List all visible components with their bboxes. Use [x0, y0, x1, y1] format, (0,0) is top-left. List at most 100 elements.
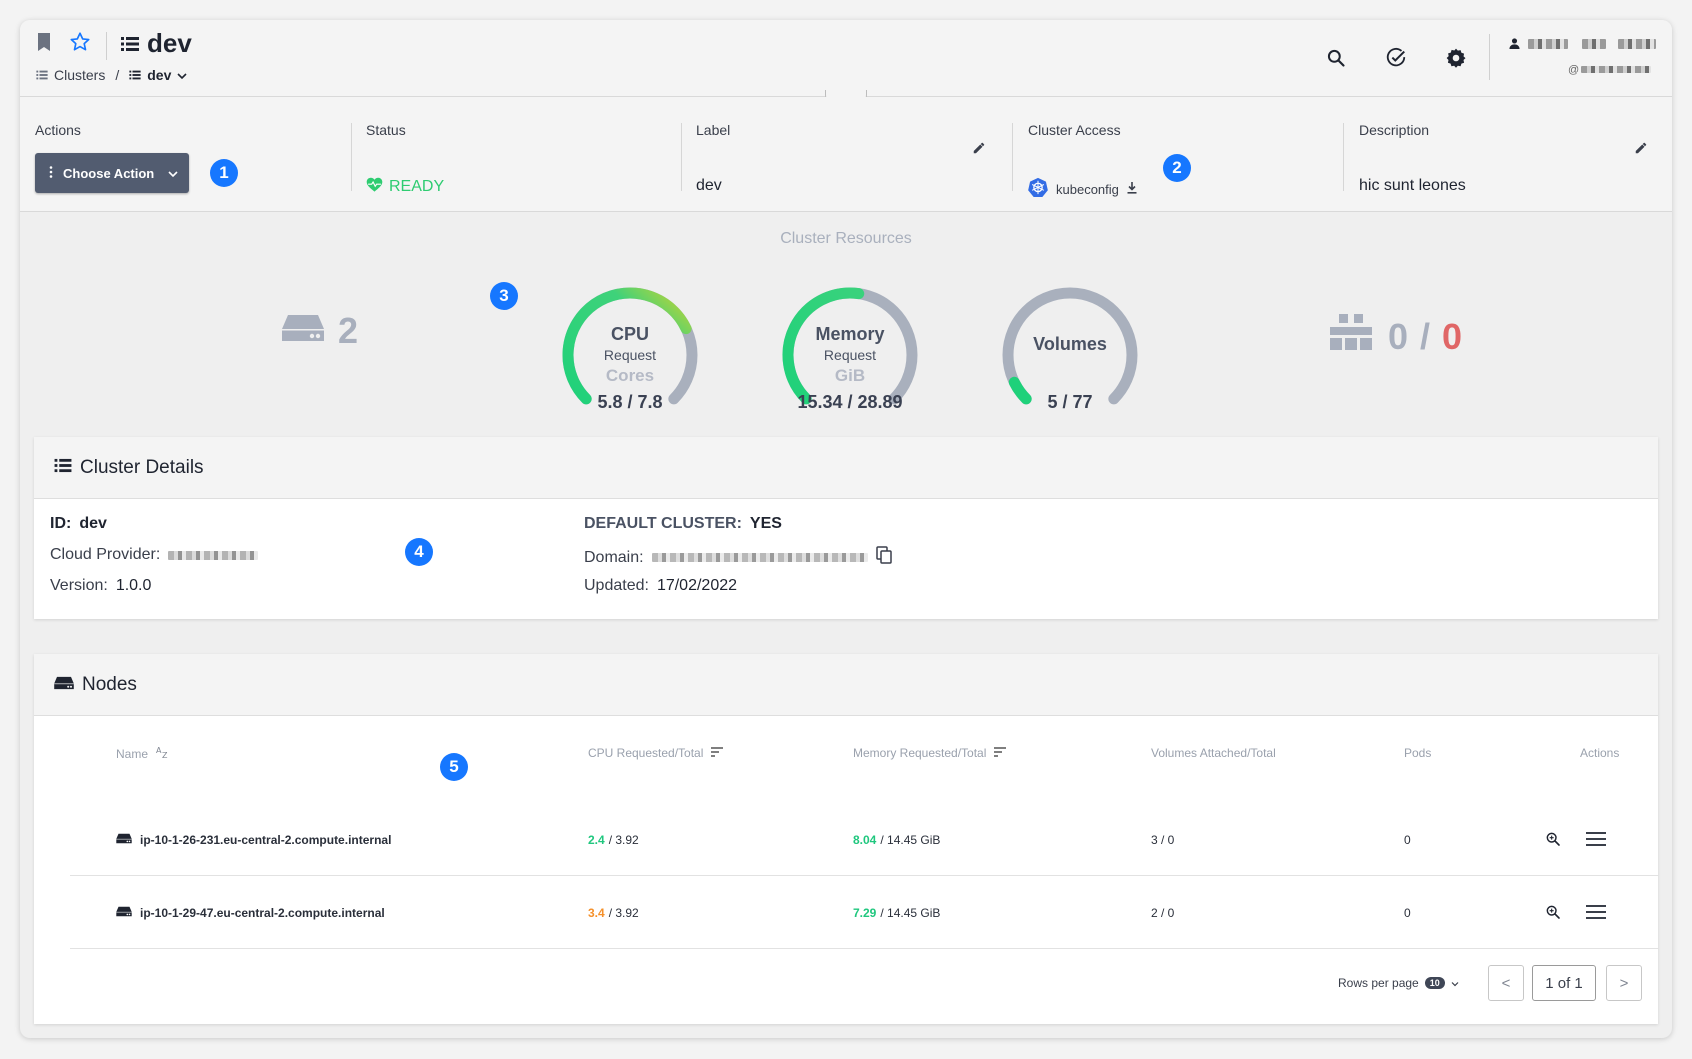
version-row: Version: 1.0.0 — [50, 577, 151, 595]
copy-icon[interactable] — [875, 546, 892, 569]
volumes-gauge-value: 5 / 77 — [1047, 392, 1093, 412]
cpu-cell: 2.4 / 3.92 — [588, 805, 639, 875]
column-header-cpu[interactable]: CPU Requested/Total — [588, 746, 724, 760]
marker-badge-2: 2 — [1163, 154, 1191, 182]
nodes-count: 2 — [282, 310, 358, 352]
download-icon[interactable] — [1127, 181, 1137, 199]
marker-badge-1: 1 — [210, 159, 238, 187]
user-name-redacted[interactable] — [1582, 39, 1606, 49]
memory-gauge-subtitle: Request — [823, 347, 877, 363]
menu-icon[interactable] — [1586, 904, 1606, 922]
cluster-icon — [54, 457, 72, 479]
node-name-cell[interactable]: ip-10-1-29-47.eu-central-2.compute.inter… — [116, 878, 385, 948]
user-icon[interactable] — [1507, 36, 1521, 50]
rows-per-page[interactable]: Rows per page 10 — [1338, 976, 1459, 990]
breadcrumb-clusters-link[interactable]: Clusters — [54, 67, 105, 83]
memory-requested: 8.04 — [853, 833, 877, 847]
nodes-title: Nodes — [82, 673, 137, 695]
column-header-pods: Pods — [1404, 746, 1432, 760]
cloud-provider-label: Cloud Provider: — [50, 546, 161, 563]
prev-page-button[interactable]: < — [1488, 965, 1524, 1001]
cluster-details-panel: Cluster Details ID: dev Cloud Provider: … — [34, 437, 1658, 619]
nodes-count-value: 2 — [338, 310, 359, 351]
sort-icon[interactable] — [994, 746, 1007, 760]
pods-failed-count: 0 — [1442, 315, 1463, 357]
actions-label: Actions — [35, 122, 81, 138]
node-name-cell[interactable]: ip-10-1-26-231.eu-central-2.compute.inte… — [116, 805, 391, 875]
description-value: hic sunt leones — [1359, 177, 1466, 194]
rows-per-page-label: Rows per page — [1338, 976, 1419, 990]
node-name[interactable]: ip-10-1-29-47.eu-central-2.compute.inter… — [140, 906, 385, 920]
zoom-icon[interactable] — [1545, 831, 1561, 850]
cluster-page: dev Clusters / dev @ Actions Choose Acti… — [20, 20, 1672, 1038]
gear-icon[interactable] — [1442, 44, 1470, 72]
node-server-icon — [116, 833, 132, 847]
pods-count: 0 / 0 — [1330, 312, 1462, 361]
menu-icon[interactable] — [1586, 831, 1606, 849]
cluster-info-bar: Actions Choose Action 1 Status READY Lab… — [20, 97, 1672, 212]
bookmark-icon[interactable] — [34, 30, 54, 54]
cpu-gauge-unit: Cores — [605, 366, 655, 385]
search-icon[interactable] — [1322, 44, 1350, 72]
column-header-cpu-label[interactable]: CPU Requested/Total — [588, 746, 703, 760]
volumes-gauge: Volumes 5 / 77 — [995, 280, 1145, 430]
memory-gauge-value: 15.34 / 28.89 — [797, 392, 903, 412]
page-title: dev — [147, 28, 192, 58]
user-name-redacted[interactable] — [1618, 39, 1656, 49]
user-name-redacted[interactable] — [1528, 39, 1568, 49]
node-name[interactable]: ip-10-1-26-231.eu-central-2.compute.inte… — [140, 833, 391, 847]
cluster-id-row: ID: dev — [50, 515, 107, 533]
description-label: Description — [1359, 122, 1430, 138]
volumes-gauge-title: Volumes — [1033, 334, 1107, 354]
table-row: ip-10-1-29-47.eu-central-2.compute.inter… — [70, 878, 1659, 948]
version-label: Version: — [50, 577, 108, 594]
sort-icon[interactable] — [711, 746, 724, 760]
node-menu-button[interactable] — [1586, 878, 1606, 948]
breadcrumb: Clusters / dev — [36, 67, 187, 83]
edit-label-icon[interactable] — [972, 141, 986, 160]
cluster-icon — [120, 34, 140, 54]
nodes-header: Nodes — [34, 654, 1658, 716]
sort-alpha-icon[interactable]: AZ — [156, 746, 170, 761]
memory-gauge-unit: GiB — [834, 366, 866, 385]
row-divider — [70, 948, 1659, 949]
choose-action-button[interactable]: Choose Action — [35, 153, 189, 193]
column-header-memory[interactable]: Memory Requested/Total — [853, 746, 1007, 760]
kubeconfig-label[interactable]: kubeconfig — [1056, 182, 1119, 197]
user-divider — [1489, 34, 1490, 80]
kubeconfig-download[interactable]: kubeconfig — [1028, 177, 1137, 202]
pods-cell: 0 — [1404, 906, 1411, 920]
next-page-button[interactable]: > — [1606, 965, 1642, 1001]
status-badge: READY — [366, 177, 444, 197]
cluster-resources-title: Cluster Resources — [780, 230, 912, 247]
pods-separator: / — [1420, 315, 1431, 357]
user-handle-redacted — [1581, 66, 1651, 73]
memory-total: / 14.45 GiB — [880, 833, 941, 847]
check-circle-icon[interactable] — [1382, 44, 1410, 72]
edit-description-icon[interactable] — [1634, 141, 1648, 160]
cpu-total: / 3.92 — [608, 906, 639, 920]
chevron-down-icon[interactable] — [177, 67, 187, 83]
star-icon[interactable] — [68, 30, 92, 54]
column-header-memory-label[interactable]: Memory Requested/Total — [853, 746, 986, 760]
cloud-provider-redacted — [168, 550, 259, 560]
rows-per-page-value[interactable]: 10 — [1424, 977, 1445, 989]
column-header-actions: Actions — [1580, 746, 1620, 760]
cluster-id-value: dev — [79, 515, 107, 532]
inspect-node-button[interactable] — [1545, 805, 1561, 875]
version-value: 1.0.0 — [115, 577, 152, 594]
cluster-icon — [129, 67, 141, 83]
inspect-node-button[interactable] — [1545, 878, 1561, 948]
cluster-list-icon — [36, 67, 48, 83]
node-menu-button[interactable] — [1586, 805, 1606, 875]
chevron-down-icon[interactable] — [1451, 976, 1459, 990]
breadcrumb-current[interactable]: dev — [147, 67, 171, 83]
zoom-icon[interactable] — [1545, 904, 1561, 923]
memory-requested: 7.29 — [853, 906, 877, 920]
default-cluster-row: DEFAULT CLUSTER: YES — [584, 515, 782, 533]
column-header-name[interactable]: Name AZ — [116, 746, 170, 761]
status-label: Status — [366, 122, 406, 138]
kebab-icon — [49, 165, 53, 181]
column-header-name-label[interactable]: Name — [116, 747, 148, 761]
pods-boxes-icon — [1330, 312, 1372, 361]
